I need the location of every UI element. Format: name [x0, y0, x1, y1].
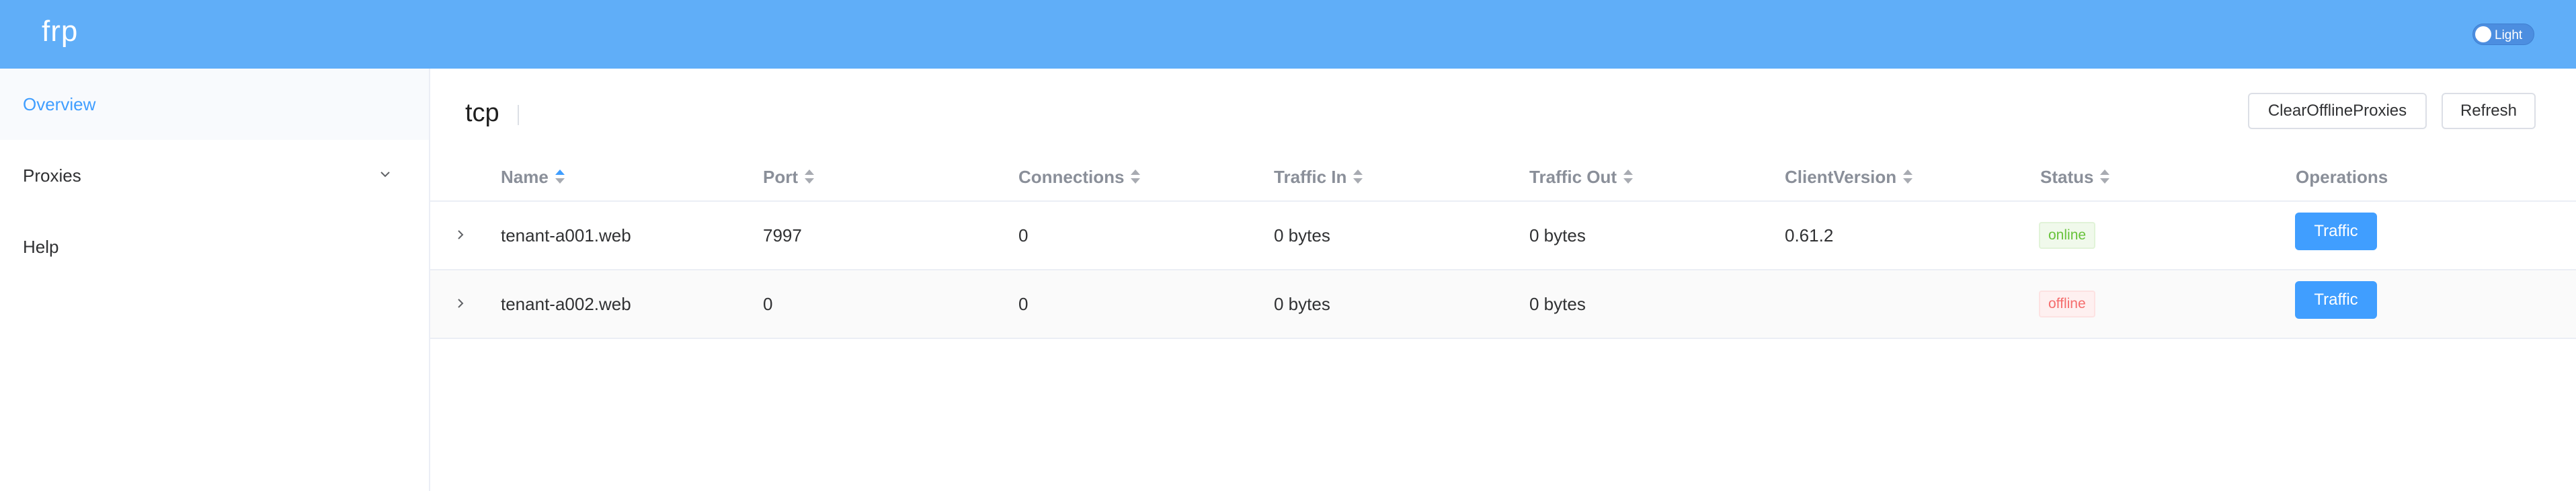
sidebar-item-overview[interactable]: Overview [0, 69, 429, 140]
cell-traffic-in: 0 bytes [1274, 225, 1330, 245]
table-header: Name Port Connections Traffic In Traffic… [430, 153, 2576, 202]
sidebar-item-proxies[interactable]: Proxies [0, 140, 429, 211]
column-header-port[interactable]: Port [763, 167, 814, 188]
cell-port: 7997 [763, 225, 802, 245]
sort-icon[interactable] [1131, 169, 1141, 185]
sort-icon[interactable] [805, 169, 814, 185]
sidebar-item-help[interactable]: Help [0, 211, 429, 282]
column-header-client-version[interactable]: ClientVersion [1785, 167, 1913, 188]
chevron-down-icon [380, 172, 390, 178]
table-row: tenant-a001.web 7997 0 0 bytes 0 bytes 0… [430, 202, 2576, 270]
cell-traffic-in: 0 bytes [1274, 294, 1330, 314]
sidebar: Overview Proxies Help [0, 69, 430, 491]
chevron-right-icon[interactable] [453, 296, 468, 311]
cell-client-version: 0.61.2 [1785, 225, 1834, 245]
column-header-name[interactable]: Name [501, 167, 565, 188]
cell-traffic-out: 0 bytes [1529, 225, 1586, 245]
traffic-button[interactable]: Traffic [2295, 213, 2377, 250]
cell-name: tenant-a002.web [501, 294, 631, 314]
cell-connections: 0 [1018, 294, 1029, 314]
cell-port: 0 [763, 294, 773, 314]
sidebar-item-label: Help [23, 237, 59, 257]
sidebar-item-label: Proxies [23, 165, 81, 186]
clear-offline-proxies-button[interactable]: ClearOfflineProxies [2248, 93, 2427, 129]
status-badge: online [2039, 222, 2096, 249]
theme-toggle[interactable]: Light [2472, 24, 2534, 45]
column-header-connections[interactable]: Connections [1018, 167, 1141, 188]
cell-name: tenant-a001.web [501, 225, 631, 245]
column-header-operations: Operations [2296, 167, 2388, 187]
column-header-traffic-out[interactable]: Traffic Out [1529, 167, 1634, 188]
top-header: frp Light [0, 0, 2576, 69]
traffic-button[interactable]: Traffic [2295, 281, 2377, 319]
refresh-button[interactable]: Refresh [2442, 93, 2536, 129]
theme-toggle-knob [2475, 26, 2491, 42]
title-divider [518, 105, 519, 125]
main-content: tcp ClearOfflineProxies Refresh Name Por… [430, 69, 2576, 491]
column-header-traffic-in[interactable]: Traffic In [1274, 167, 1363, 188]
status-badge: offline [2039, 291, 2095, 317]
page-title: tcp [465, 99, 499, 127]
sort-icon[interactable] [1623, 169, 1634, 185]
sort-icon[interactable] [1903, 169, 1913, 185]
sort-icon[interactable] [555, 169, 565, 185]
column-header-status[interactable]: Status [2040, 167, 2110, 188]
chevron-right-icon[interactable] [453, 227, 468, 242]
brand-logo: frp [42, 15, 79, 48]
table-row: tenant-a002.web 0 0 0 bytes 0 bytes offl… [430, 270, 2576, 339]
theme-toggle-label: Light [2495, 28, 2523, 42]
cell-traffic-out: 0 bytes [1529, 294, 1586, 314]
sidebar-item-label: Overview [23, 94, 96, 114]
sort-icon[interactable] [2100, 169, 2110, 185]
cell-connections: 0 [1018, 225, 1029, 245]
sort-icon[interactable] [1353, 169, 1363, 185]
